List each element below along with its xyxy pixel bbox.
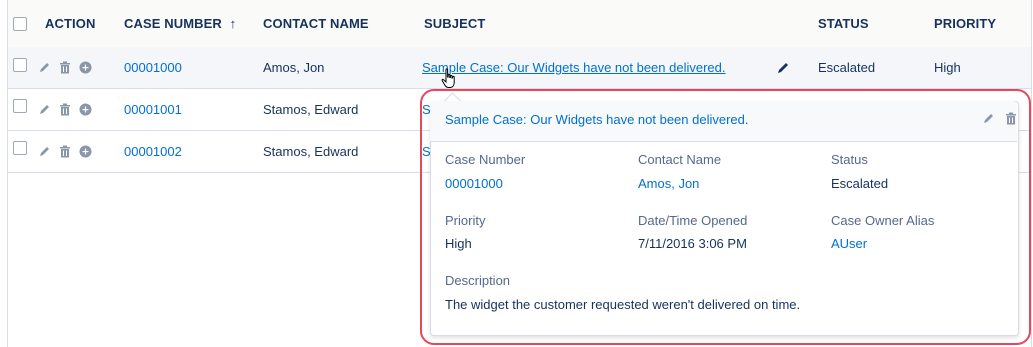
delete-trash-icon[interactable] <box>1005 112 1017 125</box>
edit-pencil-icon[interactable] <box>982 112 995 125</box>
contact-name-cell: Amos, Jon <box>263 60 325 75</box>
add-circle-icon[interactable] <box>79 61 92 74</box>
field-label-date-opened: Date/Time Opened <box>638 213 748 228</box>
column-header-action: ACTION <box>45 16 96 31</box>
row-actions <box>38 131 100 172</box>
column-header-contact-name[interactable]: CONTACT NAME <box>263 0 369 47</box>
right-border <box>1031 0 1032 347</box>
case-number-link[interactable]: 00001000 <box>124 47 182 88</box>
column-header-case-number[interactable]: CASE NUMBER ↑ <box>124 0 236 47</box>
field-value-owner-alias[interactable]: AUser <box>831 236 867 251</box>
case-number-link[interactable]: 00001001 <box>124 89 182 130</box>
delete-trash-icon[interactable] <box>59 145 71 158</box>
delete-trash-icon[interactable] <box>59 103 71 116</box>
column-header-case-number-label: CASE NUMBER <box>124 16 222 31</box>
field-label-contact-name: Contact Name <box>638 152 722 167</box>
field-label-status: Status <box>831 152 868 167</box>
contact-name-cell: Stamos, Edward <box>263 144 359 159</box>
column-header-status[interactable]: STATUS <box>818 0 869 47</box>
add-circle-icon[interactable] <box>79 145 92 158</box>
field-label-case-number: Case Number <box>445 152 526 167</box>
inline-edit-pencil-icon[interactable] <box>776 61 790 75</box>
contact-name-cell: Stamos, Edward <box>263 102 359 117</box>
column-header-priority[interactable]: PRIORITY <box>934 0 996 47</box>
delete-trash-icon[interactable] <box>59 61 71 74</box>
edit-pencil-icon[interactable] <box>38 145 51 158</box>
row-actions <box>38 47 100 88</box>
add-circle-icon[interactable] <box>79 103 92 116</box>
edit-pencil-icon[interactable] <box>38 61 51 74</box>
field-value-date-opened: 7/11/2016 3:06 PM <box>638 236 747 251</box>
field-value-case-number[interactable]: 00001000 <box>445 176 503 191</box>
row-checkbox[interactable] <box>13 141 27 155</box>
case-list-view: ACTION CASE NUMBER ↑ CONTACT NAME SUBJEC… <box>0 0 1033 347</box>
column-header-subject[interactable]: SUBJECT <box>424 0 485 47</box>
field-value-description: The widget the customer requested weren'… <box>445 297 801 312</box>
edit-pencil-icon[interactable] <box>38 103 51 116</box>
select-all-checkbox[interactable] <box>13 17 27 31</box>
popover-actions <box>982 112 1017 125</box>
row-checkbox[interactable] <box>13 58 27 72</box>
field-label-owner-alias: Case Owner Alias <box>831 213 935 228</box>
field-label-description: Description <box>445 273 511 288</box>
case-number-link[interactable]: 00001002 <box>124 131 182 172</box>
field-label-priority: Priority <box>445 213 486 228</box>
sort-ascending-icon: ↑ <box>229 16 237 31</box>
popover-title-link[interactable]: Sample Case: Our Widgets have not been d… <box>445 112 749 127</box>
row-checkbox[interactable] <box>13 99 27 113</box>
field-value-contact-name[interactable]: Amos, Jon <box>638 176 699 191</box>
field-value-priority: High <box>445 236 472 251</box>
hand-pointer-cursor-icon <box>441 68 455 88</box>
subject-link[interactable]: Sample Case: Our Widgets have not been d… <box>422 47 726 88</box>
status-cell: Escalated <box>818 60 876 75</box>
row-actions <box>38 89 100 130</box>
priority-cell: High <box>934 60 961 75</box>
field-value-status: Escalated <box>831 176 889 191</box>
